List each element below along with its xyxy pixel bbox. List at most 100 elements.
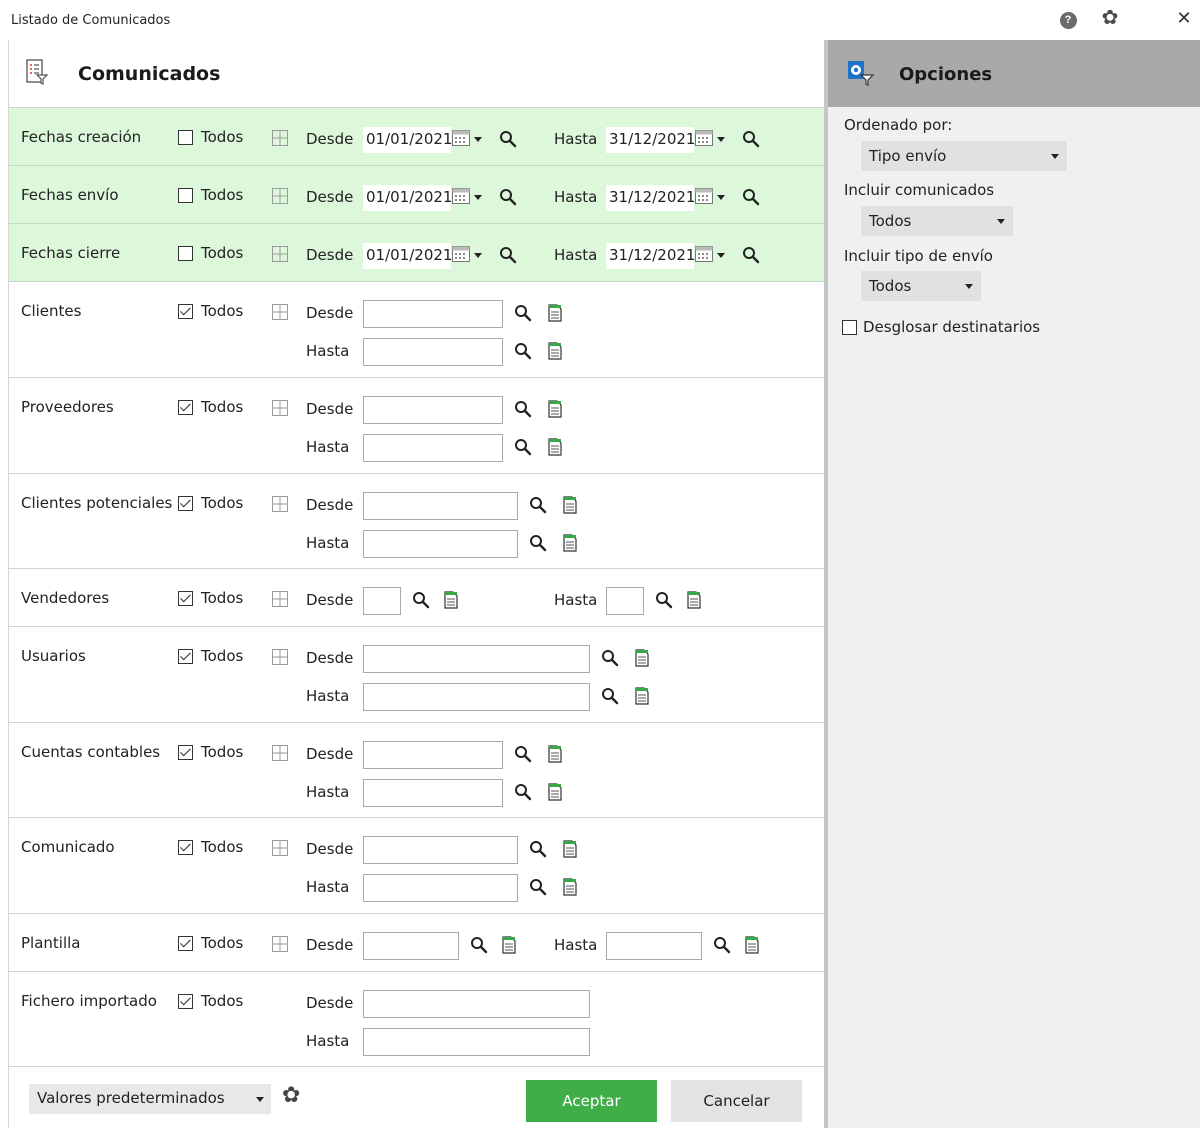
- search-icon[interactable]: [713, 936, 731, 954]
- hasta-input[interactable]: [363, 434, 503, 462]
- desde-input[interactable]: [363, 645, 590, 673]
- search-icon[interactable]: [499, 130, 517, 148]
- desde-input[interactable]: [363, 932, 459, 960]
- date-desde-field[interactable]: 01/01/2021: [363, 127, 452, 153]
- todos-checkbox[interactable]: [178, 994, 193, 1009]
- grid-icon[interactable]: [272, 188, 288, 204]
- document-icon[interactable]: [548, 304, 562, 322]
- chevron-down-icon[interactable]: [474, 137, 482, 142]
- search-icon[interactable]: [529, 496, 547, 514]
- document-icon[interactable]: [635, 649, 649, 667]
- date-hasta-field[interactable]: 31/12/2021: [606, 185, 695, 211]
- document-icon[interactable]: [502, 936, 516, 954]
- grid-icon[interactable]: [272, 591, 288, 607]
- todos-checkbox[interactable]: [178, 188, 193, 203]
- search-icon[interactable]: [529, 840, 547, 858]
- grid-icon[interactable]: [272, 246, 288, 262]
- document-icon[interactable]: [444, 591, 458, 609]
- close-icon[interactable]: ✕: [1175, 8, 1193, 29]
- search-icon[interactable]: [742, 130, 760, 148]
- date-desde-field[interactable]: 01/01/2021: [363, 185, 452, 211]
- search-icon[interactable]: [514, 342, 532, 360]
- todos-checkbox[interactable]: [178, 649, 193, 664]
- document-icon[interactable]: [563, 496, 577, 514]
- grid-icon[interactable]: [272, 304, 288, 320]
- search-icon[interactable]: [529, 878, 547, 896]
- document-icon[interactable]: [548, 400, 562, 418]
- preset-select[interactable]: Valores predeterminados: [29, 1084, 271, 1114]
- search-icon[interactable]: [514, 438, 532, 456]
- chevron-down-icon[interactable]: [717, 137, 725, 142]
- order-by-select[interactable]: Tipo envío: [861, 141, 1067, 171]
- hasta-input[interactable]: [363, 530, 518, 558]
- document-icon[interactable]: [563, 840, 577, 858]
- grid-icon[interactable]: [272, 400, 288, 416]
- hasta-input[interactable]: [363, 779, 503, 807]
- hasta-input[interactable]: [363, 338, 503, 366]
- search-icon[interactable]: [601, 687, 619, 705]
- search-icon[interactable]: [601, 649, 619, 667]
- chevron-down-icon[interactable]: [717, 195, 725, 200]
- grid-icon[interactable]: [272, 649, 288, 665]
- search-icon[interactable]: [655, 591, 673, 609]
- todos-checkbox[interactable]: [178, 745, 193, 760]
- include-select[interactable]: Todos: [861, 206, 1013, 236]
- search-icon[interactable]: [499, 246, 517, 264]
- gear-icon[interactable]: ✿: [282, 1083, 300, 1108]
- todos-checkbox[interactable]: [178, 304, 193, 319]
- desde-input[interactable]: [363, 300, 503, 328]
- help-icon[interactable]: ?: [1059, 11, 1077, 29]
- desde-input[interactable]: [363, 836, 518, 864]
- grid-icon[interactable]: [272, 496, 288, 512]
- desde-input[interactable]: [363, 741, 503, 769]
- date-hasta-field[interactable]: 31/12/2021: [606, 127, 695, 153]
- document-icon[interactable]: [548, 783, 562, 801]
- todos-checkbox[interactable]: [178, 840, 193, 855]
- cancel-button[interactable]: Cancelar: [671, 1080, 802, 1122]
- desde-input[interactable]: [363, 492, 518, 520]
- date-hasta-field[interactable]: 31/12/2021: [606, 243, 695, 269]
- todos-checkbox[interactable]: [178, 936, 193, 951]
- search-icon[interactable]: [412, 591, 430, 609]
- search-icon[interactable]: [514, 745, 532, 763]
- chevron-down-icon[interactable]: [474, 253, 482, 258]
- search-icon[interactable]: [529, 534, 547, 552]
- document-icon[interactable]: [687, 591, 701, 609]
- todos-checkbox[interactable]: [178, 130, 193, 145]
- document-icon[interactable]: [548, 342, 562, 360]
- search-icon[interactable]: [514, 400, 532, 418]
- grid-icon[interactable]: [272, 936, 288, 952]
- document-icon[interactable]: [635, 687, 649, 705]
- calendar-icon[interactable]: [695, 130, 713, 146]
- calendar-icon[interactable]: [695, 246, 713, 262]
- search-icon[interactable]: [499, 188, 517, 206]
- search-icon[interactable]: [742, 246, 760, 264]
- hasta-input[interactable]: [606, 587, 644, 615]
- desde-input[interactable]: [363, 396, 503, 424]
- todos-checkbox[interactable]: [178, 591, 193, 606]
- calendar-icon[interactable]: [452, 130, 470, 146]
- chevron-down-icon[interactable]: [474, 195, 482, 200]
- todos-checkbox[interactable]: [178, 496, 193, 511]
- document-icon[interactable]: [548, 438, 562, 456]
- document-icon[interactable]: [548, 745, 562, 763]
- calendar-icon[interactable]: [452, 188, 470, 204]
- document-icon[interactable]: [563, 534, 577, 552]
- chevron-down-icon[interactable]: [717, 253, 725, 258]
- date-desde-field[interactable]: 01/01/2021: [363, 243, 452, 269]
- document-icon[interactable]: [563, 878, 577, 896]
- grid-icon[interactable]: [272, 745, 288, 761]
- accept-button[interactable]: Aceptar: [526, 1080, 657, 1122]
- grid-icon[interactable]: [272, 130, 288, 146]
- hasta-input[interactable]: [363, 874, 518, 902]
- hasta-input[interactable]: [606, 932, 702, 960]
- hasta-input[interactable]: [363, 1028, 590, 1056]
- document-icon[interactable]: [745, 936, 759, 954]
- settings-icon[interactable]: ✿: [1101, 5, 1119, 29]
- hasta-input[interactable]: [363, 683, 590, 711]
- search-icon[interactable]: [742, 188, 760, 206]
- todos-checkbox[interactable]: [178, 400, 193, 415]
- breakdown-checkbox[interactable]: [842, 320, 857, 335]
- search-icon[interactable]: [470, 936, 488, 954]
- desde-input[interactable]: [363, 990, 590, 1018]
